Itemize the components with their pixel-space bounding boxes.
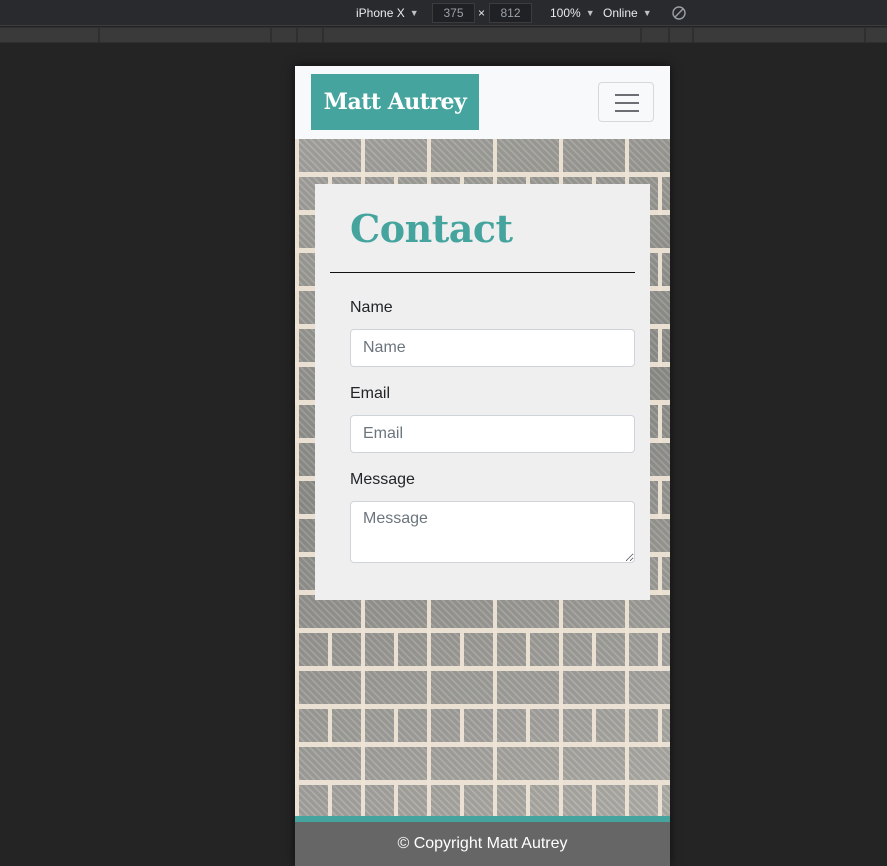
dimension-separator: × bbox=[478, 6, 486, 20]
title-divider bbox=[330, 272, 635, 273]
menu-toggle-button[interactable] bbox=[598, 82, 654, 122]
footer: © Copyright Matt Autrey bbox=[295, 816, 670, 866]
network-throttle-select[interactable]: Online ▼ bbox=[603, 0, 652, 26]
media-query-segment[interactable] bbox=[670, 28, 692, 42]
caret-down-icon: ▼ bbox=[642, 8, 652, 18]
network-value: Online bbox=[603, 6, 638, 20]
device-name: iPhone X bbox=[356, 6, 405, 20]
media-query-segment[interactable] bbox=[100, 28, 270, 42]
media-query-ruler[interactable] bbox=[0, 27, 887, 43]
brick-course bbox=[295, 633, 670, 671]
page-title: Contact bbox=[350, 206, 513, 251]
message-textarea[interactable] bbox=[350, 501, 635, 563]
copyright-text: © Copyright Matt Autrey bbox=[397, 835, 568, 852]
email-input[interactable] bbox=[350, 415, 635, 453]
name-input[interactable] bbox=[350, 329, 635, 367]
zoom-value: 100% bbox=[550, 6, 581, 20]
media-query-segment[interactable] bbox=[298, 28, 322, 42]
device-viewport: Matt Autrey Contact Name Email Message © bbox=[295, 66, 670, 866]
media-query-segment[interactable] bbox=[694, 28, 864, 42]
viewport-width-input[interactable]: 375 bbox=[432, 3, 475, 23]
caret-down-icon: ▼ bbox=[585, 8, 595, 18]
rotate-icon[interactable] bbox=[671, 5, 687, 21]
email-label: Email bbox=[350, 385, 391, 402]
media-query-segment[interactable] bbox=[0, 28, 98, 42]
zoom-select[interactable]: 100% ▼ bbox=[550, 0, 595, 26]
media-query-segment[interactable] bbox=[642, 28, 668, 42]
contact-card: Contact Name Email Message bbox=[315, 184, 650, 600]
navbar: Matt Autrey bbox=[295, 66, 670, 139]
message-label: Message bbox=[350, 471, 415, 488]
media-query-segment[interactable] bbox=[272, 28, 296, 42]
brick-course bbox=[295, 709, 670, 747]
caret-down-icon: ▼ bbox=[409, 8, 419, 18]
media-query-segment[interactable] bbox=[866, 28, 887, 42]
brand-logo[interactable]: Matt Autrey bbox=[311, 74, 479, 130]
device-select[interactable]: iPhone X ▼ bbox=[356, 0, 419, 26]
name-label: Name bbox=[350, 299, 393, 316]
viewport-height-input[interactable]: 812 bbox=[489, 3, 532, 23]
media-query-segment[interactable] bbox=[324, 28, 640, 42]
devtools-device-toolbar: iPhone X ▼ 375 × 812 100% ▼ Online ▼ bbox=[0, 0, 887, 26]
